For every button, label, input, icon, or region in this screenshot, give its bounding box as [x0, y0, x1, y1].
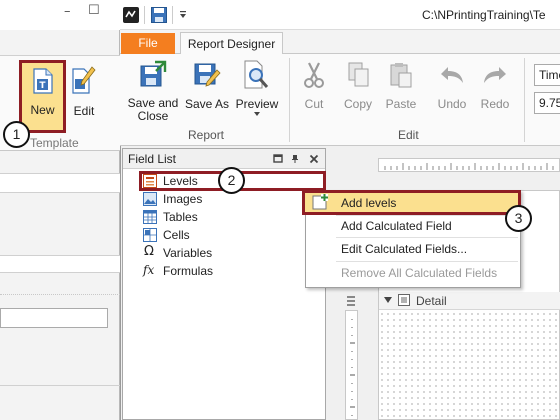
- save-as-label: Save As: [184, 97, 230, 111]
- tree-item-label: Variables: [163, 246, 213, 260]
- redo-icon: [484, 67, 506, 83]
- copy-label: Copy: [343, 97, 372, 111]
- background-row: [0, 173, 120, 193]
- images-icon: [143, 192, 157, 206]
- app-icon: [123, 7, 139, 23]
- new-template-button[interactable]: T New: [19, 60, 66, 133]
- minimize-button[interactable]: –: [64, 4, 71, 19]
- redo-label: Redo: [480, 97, 510, 111]
- horizontal-ruler: [378, 158, 560, 172]
- redo-button[interactable]: Redo: [477, 58, 513, 112]
- copy-icon: [348, 62, 369, 87]
- titlebar-divider: [144, 6, 145, 24]
- copy-button[interactable]: Copy: [340, 58, 376, 112]
- close-icon[interactable]: [309, 154, 319, 164]
- menu-lines-icon: [347, 296, 355, 306]
- ruler-ticks: [384, 163, 554, 170]
- template-group-label: Template: [30, 136, 79, 150]
- cells-icon: [143, 228, 157, 242]
- menu-item-label: Add levels: [341, 196, 397, 210]
- save-and-close-label: Save and Close: [127, 96, 179, 123]
- pin-icon[interactable]: [290, 154, 300, 164]
- group-divider: [289, 58, 290, 142]
- tree-item-label: Images: [163, 192, 203, 206]
- edit-document-icon: [72, 66, 96, 94]
- background-row: [0, 280, 120, 295]
- detail-band[interactable]: Detail: [379, 292, 560, 310]
- save-icon[interactable]: [151, 7, 167, 23]
- menu-item-add-levels[interactable]: [302, 190, 521, 215]
- tab-report-designer[interactable]: Report Designer: [180, 32, 283, 55]
- step-callout-1: 1: [3, 121, 30, 148]
- tree-item-label: Tables: [163, 210, 198, 224]
- background-input-field[interactable]: [0, 308, 108, 328]
- quick-access-dropdown-icon[interactable]: [178, 10, 188, 20]
- menu-divider: [336, 215, 518, 216]
- undo-icon: [441, 67, 463, 83]
- cut-button[interactable]: Cut: [298, 58, 330, 112]
- field-list-title: Field List: [128, 152, 177, 166]
- restore-icon[interactable]: [273, 154, 283, 164]
- band-handle[interactable]: [345, 293, 357, 309]
- menu-divider: [336, 261, 518, 262]
- band-icon: [398, 294, 410, 306]
- ruler-ticks: [350, 319, 355, 416]
- detail-band-grid[interactable]: [379, 311, 560, 420]
- report-group-label: Report: [188, 128, 225, 142]
- preview-label: Preview: [235, 97, 279, 111]
- tree-item-label: Cells: [163, 228, 190, 242]
- save-and-close-icon: [140, 60, 167, 87]
- paste-icon: [390, 63, 412, 88]
- font-size-field[interactable]: 9.75: [534, 92, 560, 114]
- new-document-icon: T: [33, 68, 53, 94]
- vertical-ruler: [345, 310, 358, 420]
- tree-item-label: Formulas: [163, 264, 214, 278]
- svg-text:T: T: [39, 81, 46, 91]
- fx-icon: fx: [143, 263, 155, 277]
- save-as-button[interactable]: Save As: [184, 58, 230, 124]
- font-name-field[interactable]: Time: [534, 64, 560, 86]
- step-callout-3: 3: [505, 205, 532, 232]
- edit-group-label: Edit: [398, 128, 419, 142]
- undo-button[interactable]: Undo: [434, 58, 470, 112]
- detail-band-label: Detail: [416, 294, 447, 308]
- background-row: [0, 385, 120, 399]
- scissors-icon: [304, 62, 324, 88]
- undo-label: Undo: [437, 97, 467, 111]
- chevron-down-icon: [254, 112, 260, 116]
- save-and-close-button[interactable]: Save and Close: [126, 58, 180, 124]
- omega-icon: Ω: [144, 244, 154, 259]
- maximize-button[interactable]: ☐: [88, 3, 100, 18]
- window-title: C:\NPrintingTraining\Te: [422, 8, 546, 22]
- tab-file[interactable]: File: [121, 33, 175, 54]
- new-button-label: New: [30, 103, 55, 117]
- menu-divider: [336, 237, 518, 238]
- edit-button-label: Edit: [73, 104, 95, 118]
- background-titlebar: – ☐: [0, 0, 120, 30]
- cut-label: Cut: [304, 97, 324, 111]
- menu-item-add-calculated-field[interactable]: Add Calculated Field: [341, 219, 452, 233]
- save-as-icon: [194, 63, 221, 87]
- menu-item-edit-calculated-fields[interactable]: Edit Calculated Fields...: [341, 242, 467, 256]
- preview-button[interactable]: Preview: [234, 58, 280, 124]
- group-divider: [524, 58, 525, 142]
- titlebar-divider: [172, 6, 173, 24]
- background-row: [0, 255, 120, 273]
- preview-icon: [244, 60, 269, 89]
- menu-item-remove-all-calculated-fields: Remove All Calculated Fields: [341, 266, 498, 280]
- edit-template-button[interactable]: Edit: [68, 62, 100, 130]
- tables-icon: [143, 210, 157, 224]
- collapse-triangle-icon[interactable]: [384, 297, 392, 303]
- paste-label: Paste: [385, 97, 417, 111]
- paste-button[interactable]: Paste: [383, 58, 419, 112]
- step-callout-2: 2: [218, 167, 245, 194]
- add-levels-icon: [312, 194, 328, 210]
